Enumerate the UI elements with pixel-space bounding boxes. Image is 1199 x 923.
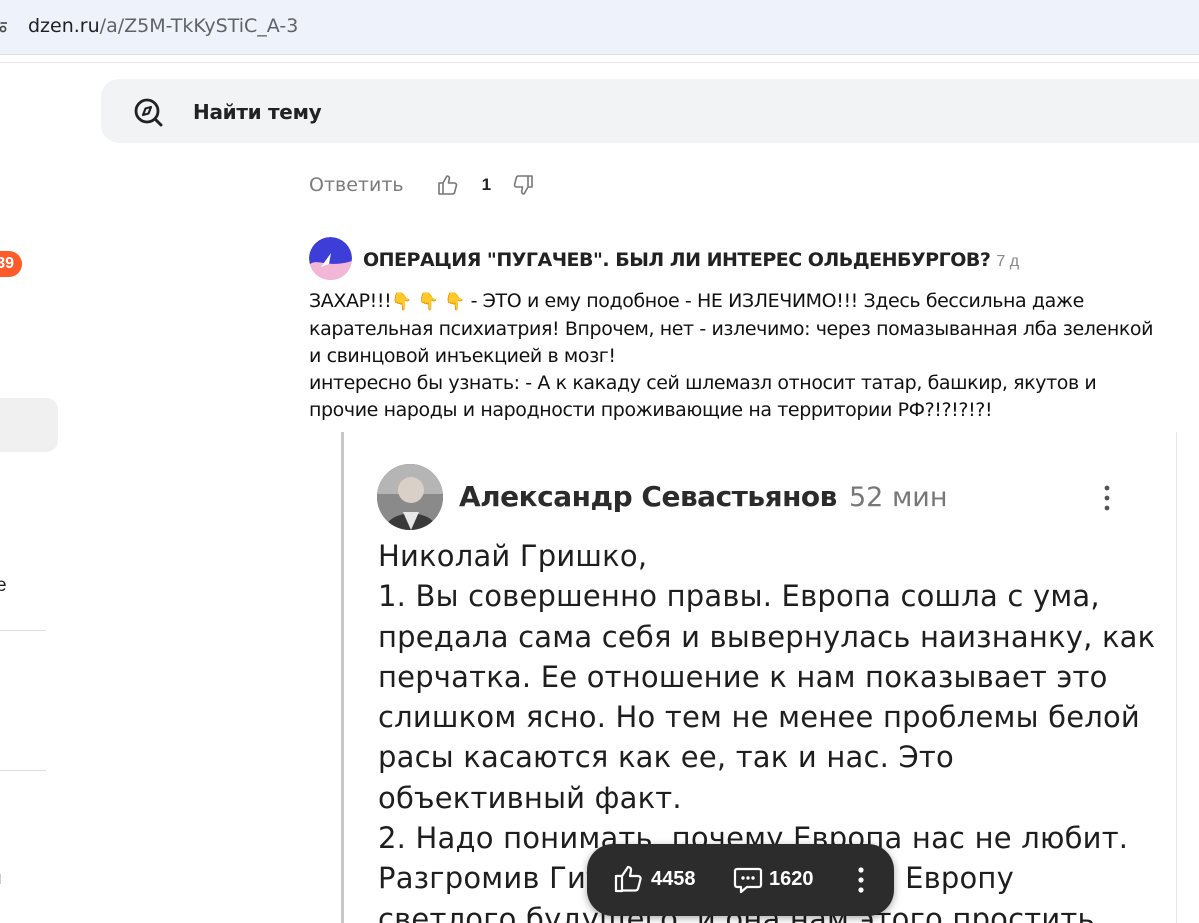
topic-search[interactable]: Найти тему xyxy=(101,79,1199,143)
comment-line: карательная психиатрия! Впрочем, нет - и… xyxy=(309,318,1154,340)
comment-time: 7 д xyxy=(996,253,1020,270)
thumbs-down-icon[interactable] xyxy=(511,173,535,197)
divider xyxy=(0,62,1199,63)
search-label: Найти тему xyxy=(193,100,322,124)
compass-icon xyxy=(134,98,163,127)
site-info-icon[interactable] xyxy=(0,18,8,34)
sidebar-divider xyxy=(0,630,46,631)
comments-count: 1620 xyxy=(769,868,814,890)
pointing-down-emoji: 👇 xyxy=(391,292,413,312)
author-name: Александр Севастьянов xyxy=(459,480,837,513)
pointing-down-emoji: 👇 xyxy=(417,292,439,312)
comment-article-link[interactable]: ОПЕРАЦИЯ "ПУГАЧЕВ". БЫЛ ЛИ ИНТЕРЕС ОЛЬДЕ… xyxy=(363,249,991,271)
reply-button[interactable]: Ответить xyxy=(309,174,404,196)
thumbs-up-icon[interactable] xyxy=(613,864,645,894)
comment-line: ЗАХАР!!!👇 👇 👇 - ЭТО и ему подобное - НЕ … xyxy=(309,288,1189,316)
more-vertical-icon xyxy=(1104,485,1110,511)
text-line: слишком ясно. Но тем не менее проблемы б… xyxy=(378,700,1140,735)
url-text[interactable]: dzen.ru/a/Z5M-TkKySTiC_A-3 xyxy=(28,15,298,37)
comment-text-part: - ЭТО и ему подобное - НЕ ИЗЛЕЧИМО!!! Зд… xyxy=(464,290,1085,312)
floating-action-bar: 4458 1620 xyxy=(587,844,894,916)
sidebar-active-item[interactable] xyxy=(0,398,58,452)
text-line: 1. Вы совершенно правы. Европа сошла с у… xyxy=(378,579,1100,614)
text-line: расы касаются как ее, так и нас. Это xyxy=(378,740,954,775)
text-line: предала сама себя и вывернулась наизнанк… xyxy=(378,619,1156,654)
likes-count: 4458 xyxy=(651,868,696,890)
sidebar-item-label[interactable]: ı xyxy=(0,868,2,889)
comment-line: интересно бы узнать: - А к какаду сей шл… xyxy=(309,372,1097,394)
thumbs-up-icon[interactable] xyxy=(436,173,460,197)
pointing-down-emoji: 👇 xyxy=(444,292,465,312)
notification-badge[interactable]: 39 xyxy=(0,251,22,277)
comment-line: прочие народы и народности проживающие н… xyxy=(309,399,993,421)
text-line: перчатка. Ее отношение к нам показывает … xyxy=(378,659,1108,694)
more-vertical-icon[interactable] xyxy=(857,866,865,894)
comment-text-part: ЗАХАР!!! xyxy=(309,290,392,312)
url-path: /a/Z5M-TkKySTiC_A-3 xyxy=(99,15,299,37)
author-avatar xyxy=(377,464,443,530)
text-line: объективный факт. xyxy=(378,780,682,815)
like-count: 1 xyxy=(481,175,492,194)
comment-text: ЗАХАР!!!👇 👇 👇 - ЭТО и ему подобное - НЕ … xyxy=(309,288,1189,424)
comment-header: ОПЕРАЦИЯ "ПУГАЧЕВ". БЫЛ ЛИ ИНТЕРЕС ОЛЬДЕ… xyxy=(363,249,1019,271)
comment-actions: Ответить 1 xyxy=(309,172,535,198)
avatar[interactable] xyxy=(309,237,352,280)
comment-icon[interactable] xyxy=(733,865,763,895)
sidebar-item-label[interactable]: е xyxy=(0,575,7,597)
comment-line: и свинцовой инъекцией в мозг! xyxy=(309,345,616,367)
url-host: dzen.ru xyxy=(28,15,100,37)
address-bar[interactable]: dzen.ru/a/Z5M-TkKySTiC_A-3 xyxy=(0,0,1199,55)
post-time: 52 мин xyxy=(849,482,948,513)
text-line: Николай Гришко, xyxy=(378,539,648,573)
sidebar-divider xyxy=(0,770,46,771)
